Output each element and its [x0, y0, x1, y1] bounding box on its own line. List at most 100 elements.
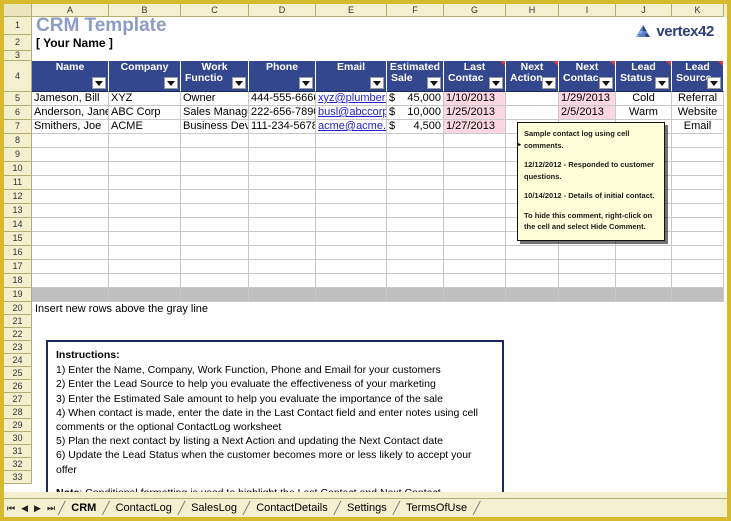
- cell-phone[interactable]: 222-656-7890: [249, 106, 316, 120]
- empty-cell[interactable]: [559, 260, 616, 274]
- column-header-c[interactable]: C: [181, 4, 249, 17]
- row-header-29[interactable]: 29: [4, 419, 32, 432]
- gray-line-cell[interactable]: [181, 288, 249, 302]
- cell-next_action[interactable]: [506, 106, 559, 120]
- empty-cell[interactable]: [316, 274, 387, 288]
- empty-cell[interactable]: [181, 260, 249, 274]
- cell-name[interactable]: Smithers, Joe: [32, 120, 109, 134]
- empty-cell[interactable]: [109, 148, 181, 162]
- cell-name[interactable]: Jameson, Bill: [32, 92, 109, 106]
- filter-dropdown-button-10[interactable]: [707, 77, 721, 89]
- empty-cell[interactable]: [109, 246, 181, 260]
- cell-comment-balloon[interactable]: Sample contact log using cell comments. …: [517, 122, 665, 241]
- cell-phone[interactable]: 444-555-6666: [249, 92, 316, 106]
- row-header-23[interactable]: 23: [4, 341, 32, 354]
- row-header-31[interactable]: 31: [4, 445, 32, 458]
- column-header-k[interactable]: K: [672, 4, 724, 17]
- cell-company[interactable]: ACME: [109, 120, 181, 134]
- cell-last_contact[interactable]: 1/27/2013: [444, 120, 506, 134]
- empty-cell[interactable]: [109, 232, 181, 246]
- cell-next_action[interactable]: [506, 92, 559, 106]
- empty-cell[interactable]: [32, 134, 109, 148]
- cell-work_function[interactable]: Owner: [181, 92, 249, 106]
- email-link[interactable]: acme@acme.com: [318, 121, 386, 132]
- first-sheet-button[interactable]: ⏮: [7, 503, 15, 513]
- sheet-tab-settings[interactable]: Settings: [341, 499, 393, 517]
- sheet-tab-contactlog[interactable]: ContactLog: [110, 499, 178, 517]
- empty-cell[interactable]: [32, 218, 109, 232]
- row-header-2[interactable]: 2: [4, 35, 32, 51]
- cell-lead_source[interactable]: Referral: [672, 92, 724, 106]
- row-header-11[interactable]: 11: [4, 176, 32, 190]
- filter-dropdown-button-8[interactable]: [599, 77, 613, 89]
- row-header-13[interactable]: 13: [4, 204, 32, 218]
- gray-line-cell[interactable]: [559, 288, 616, 302]
- empty-cell[interactable]: [506, 260, 559, 274]
- filter-dropdown-button-5[interactable]: [427, 77, 441, 89]
- empty-cell[interactable]: [444, 260, 506, 274]
- empty-cell[interactable]: [249, 190, 316, 204]
- empty-cell[interactable]: [444, 274, 506, 288]
- empty-cell[interactable]: [249, 176, 316, 190]
- column-header-g[interactable]: G: [444, 4, 506, 17]
- gray-line-cell[interactable]: [444, 288, 506, 302]
- empty-cell[interactable]: [316, 218, 387, 232]
- row-header-9[interactable]: 9: [4, 148, 32, 162]
- empty-cell[interactable]: [387, 134, 444, 148]
- empty-cell[interactable]: [109, 176, 181, 190]
- empty-cell[interactable]: [559, 274, 616, 288]
- cell-phone[interactable]: 111-234-5678: [249, 120, 316, 134]
- empty-cell[interactable]: [672, 218, 724, 232]
- empty-cell[interactable]: [316, 232, 387, 246]
- row-header-3[interactable]: 3: [4, 51, 32, 61]
- sheet-tab-termsofuse[interactable]: TermsOfUse: [400, 499, 473, 517]
- empty-cell[interactable]: [672, 204, 724, 218]
- filter-dropdown-button-3[interactable]: [299, 77, 313, 89]
- filter-dropdown-button-6[interactable]: [489, 77, 503, 89]
- gray-line-cell[interactable]: [506, 288, 559, 302]
- empty-cell[interactable]: [444, 162, 506, 176]
- gray-line-cell[interactable]: [672, 288, 724, 302]
- cell-email[interactable]: acme@acme.com: [316, 120, 387, 134]
- empty-cell[interactable]: [672, 148, 724, 162]
- empty-cell[interactable]: [249, 148, 316, 162]
- empty-cell[interactable]: [444, 176, 506, 190]
- empty-cell[interactable]: [444, 190, 506, 204]
- gray-line-cell[interactable]: [616, 288, 672, 302]
- empty-cell[interactable]: [109, 134, 181, 148]
- empty-cell[interactable]: [387, 190, 444, 204]
- empty-cell[interactable]: [616, 246, 672, 260]
- gray-line-cell[interactable]: [387, 288, 444, 302]
- row-header-30[interactable]: 30: [4, 432, 32, 445]
- gray-line-cell[interactable]: [316, 288, 387, 302]
- empty-cell[interactable]: [181, 274, 249, 288]
- empty-cell[interactable]: [672, 176, 724, 190]
- empty-cell[interactable]: [181, 134, 249, 148]
- cell-lead_status[interactable]: Cold: [616, 92, 672, 106]
- row-header-27[interactable]: 27: [4, 393, 32, 406]
- filter-dropdown-button-9[interactable]: [655, 77, 669, 89]
- prev-sheet-button[interactable]: ◀: [21, 503, 28, 513]
- empty-cell[interactable]: [249, 204, 316, 218]
- empty-cell[interactable]: [387, 204, 444, 218]
- row-header-19[interactable]: 19: [4, 288, 32, 302]
- empty-cell[interactable]: [616, 274, 672, 288]
- sheet-tab-crm[interactable]: CRM: [65, 499, 102, 517]
- sheet-nav-buttons[interactable]: ⏮ ◀ ▶ ⏭: [4, 503, 58, 513]
- column-header-f[interactable]: F: [387, 4, 444, 17]
- row-header-25[interactable]: 25: [4, 367, 32, 380]
- sheet-tab-saleslog[interactable]: SalesLog: [185, 499, 243, 517]
- empty-cell[interactable]: [387, 274, 444, 288]
- empty-cell[interactable]: [387, 162, 444, 176]
- owner-name-field[interactable]: [ Your Name ]: [32, 35, 727, 51]
- cell-company[interactable]: ABC Corp: [109, 106, 181, 120]
- empty-cell[interactable]: [387, 246, 444, 260]
- gray-line-cell[interactable]: [249, 288, 316, 302]
- column-header-d[interactable]: D: [249, 4, 316, 17]
- email-link[interactable]: xyz@plumber.com: [318, 93, 386, 104]
- row-header-7[interactable]: 7: [4, 120, 32, 134]
- cell-work_function[interactable]: Business Dev.: [181, 120, 249, 134]
- cell-work_function[interactable]: Sales Manager: [181, 106, 249, 120]
- empty-cell[interactable]: [181, 190, 249, 204]
- empty-cell[interactable]: [249, 232, 316, 246]
